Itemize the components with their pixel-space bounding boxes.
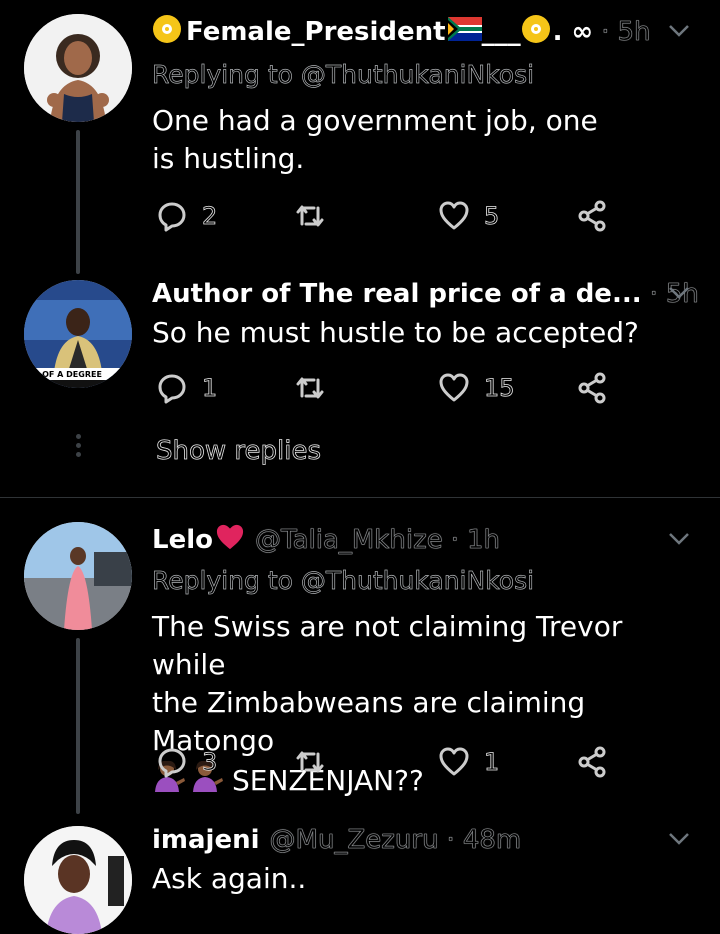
retweet-icon	[296, 377, 324, 399]
avatar-caption: CE OF A DEGREE	[28, 370, 102, 379]
share-button[interactable]	[576, 196, 608, 236]
tweet-header: Female_President ___ . ∞ · 5h	[152, 14, 660, 50]
timestamp[interactable]: 1h	[467, 525, 501, 556]
timestamp[interactable]: 48m	[463, 825, 522, 856]
reply-icon	[158, 374, 186, 404]
red-heart-icon	[215, 523, 245, 558]
tweet-actions: 2 5	[152, 196, 622, 236]
chevron-down-icon[interactable]	[668, 24, 690, 38]
separator-dot: ·	[649, 279, 658, 310]
retweet-icon	[296, 205, 324, 227]
tweet-text: So he must hustle to be accepted?	[152, 316, 639, 349]
reply-icon	[158, 748, 186, 778]
avatar[interactable]	[24, 826, 132, 934]
share-icon	[578, 372, 606, 404]
replying-to-label: Replying to	[152, 566, 294, 596]
display-name[interactable]: Lelo	[152, 525, 213, 555]
user-handle[interactable]: @Talia_Mkhize	[255, 525, 443, 556]
tweet-actions: 3 1	[152, 742, 622, 782]
like-count: 1	[484, 748, 500, 777]
replying-to: Replying to @ThuthukaniNkosi	[152, 566, 535, 596]
tweet-header: Author of The real price of a de... · 5h	[152, 276, 699, 312]
user-handle[interactable]: @Mu_Zezuru	[269, 825, 439, 856]
like-button[interactable]: 1	[438, 742, 500, 782]
display-name[interactable]: Author of The real price of a de...	[152, 279, 642, 309]
heart-icon	[439, 373, 469, 402]
cd-emoji-icon	[152, 14, 182, 51]
tweet-text-line: The Swiss are not claiming Trevor while	[152, 610, 623, 681]
chevron-down-icon[interactable]	[668, 832, 690, 846]
reply-button[interactable]: 1	[156, 368, 218, 408]
separator-dot: ·	[446, 825, 455, 856]
show-replies-link[interactable]: Show replies	[156, 436, 322, 467]
avatar[interactable]	[24, 522, 132, 630]
avatar[interactable]	[24, 14, 132, 122]
tweet-text: Ask again..	[152, 862, 307, 895]
display-name[interactable]: imajeni	[152, 825, 260, 855]
replying-to-label: Replying to	[152, 60, 294, 90]
separator-dot: ·	[450, 525, 459, 556]
reply-handle-link[interactable]: @ThuthukaniNkosi	[301, 566, 535, 596]
separator-dot: ·	[601, 17, 610, 48]
retweet-button[interactable]	[294, 742, 340, 782]
tweet-header: Lelo @Talia_Mkhize · 1h	[152, 522, 660, 558]
retweet-icon	[296, 751, 324, 773]
name-underscores: ___	[481, 17, 521, 47]
like-count: 15	[484, 374, 515, 403]
share-icon	[578, 200, 606, 232]
south-africa-flag-icon	[447, 16, 482, 48]
name-tail: . ∞	[552, 17, 594, 47]
reply-count: 2	[202, 202, 218, 231]
share-icon	[578, 746, 606, 778]
replying-to: Replying to @ThuthukaniNkosi	[152, 60, 535, 90]
reply-handle-link[interactable]: @ThuthukaniNkosi	[301, 60, 535, 90]
cd-emoji-icon	[521, 14, 551, 51]
heart-icon	[439, 201, 469, 230]
thread-line	[76, 638, 80, 814]
reply-button[interactable]: 3	[156, 742, 218, 782]
reply-count: 3	[202, 748, 218, 777]
display-name[interactable]: Female_President	[186, 17, 446, 47]
chevron-down-icon[interactable]	[668, 532, 690, 546]
retweet-button[interactable]	[294, 196, 340, 236]
tweet-text: One had a government job, one is hustlin…	[152, 104, 598, 175]
collapsed-thread-dots	[72, 430, 84, 461]
tweet-header: imajeni @Mu_Zezuru · 48m	[152, 822, 660, 858]
retweet-button[interactable]	[294, 368, 340, 408]
divider	[0, 497, 720, 498]
like-button[interactable]: 5	[438, 196, 500, 236]
avatar[interactable]: CE OF A DEGREE	[24, 280, 132, 388]
tweet-actions: 1 15	[152, 368, 622, 408]
share-button[interactable]	[576, 742, 608, 782]
chevron-down-icon[interactable]	[668, 286, 690, 300]
reply-icon	[158, 202, 186, 232]
timestamp[interactable]: 5h	[617, 17, 651, 48]
heart-icon	[439, 747, 469, 776]
thread-line	[76, 130, 80, 274]
like-button[interactable]: 15	[438, 368, 515, 408]
share-button[interactable]	[576, 368, 608, 408]
reply-count: 1	[202, 374, 218, 403]
reply-button[interactable]: 2	[156, 196, 218, 236]
like-count: 5	[484, 202, 500, 231]
